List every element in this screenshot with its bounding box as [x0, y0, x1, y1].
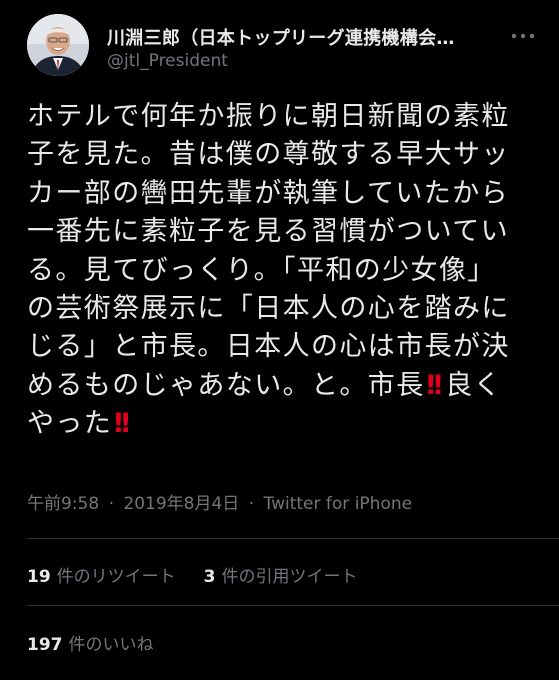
tweet-text-segment: めるものじゃあない。と。市長 [27, 369, 425, 401]
retweets-count: 19 [27, 567, 51, 587]
meta-separator: · [248, 494, 255, 514]
quotes-stat[interactable]: 3 件の引用ツイート [204, 562, 358, 587]
tweet-text-line: 子を見た。昔は僕の尊敬する早大サッ [27, 139, 510, 171]
tweet-text-line: カー部の轡田先輩が執筆していたから [27, 177, 509, 209]
tweet-text-segment: やった [27, 408, 113, 440]
tweet-text: ホテルで何年か振りに朝日新聞の素粒 子を見た。昔は僕の尊敬する早大サッ カー部の… [27, 98, 535, 444]
tweet-text-line: 一番先に素粒子を見る習慣がついてい [27, 216, 509, 248]
double-exclamation-emoji: !! [424, 369, 445, 401]
author-display-name[interactable]: 川淵三郎（日本トップリーグ連携機構会… [107, 24, 507, 50]
double-exclamation-emoji: !! [112, 408, 132, 440]
avatar-photo [27, 14, 89, 76]
tweet-text-line: やった!! [27, 405, 535, 443]
likes-count: 197 [27, 635, 63, 655]
tweet-metadata: 午前9:58 · 2019年8月4日 · Twitter for iPhone [27, 489, 412, 514]
tweet-source[interactable]: Twitter for iPhone [264, 494, 413, 514]
retweet-stats-row: 19 件のリツイート 3 件の引用ツイート [27, 562, 358, 587]
retweets-label: 件のリツイート [56, 567, 176, 587]
retweets-stat[interactable]: 19 件のリツイート [27, 562, 176, 587]
tweet-time[interactable]: 午前9:58 [27, 494, 99, 514]
tweet-text-line: る。見てびっくり。「平和の少女像」 [27, 254, 496, 286]
likes-stats-row: 197 件のいいね [27, 630, 154, 655]
divider [27, 538, 559, 539]
tweet-text-line: じる」と市長。日本人の心は市長が決 [27, 331, 510, 363]
avatar[interactable] [27, 14, 89, 76]
likes-label: 件のいいね [68, 635, 154, 655]
tweet-text-line: めるものじゃあない。と。市長!! 良く [27, 367, 535, 405]
likes-stat[interactable]: 197 件のいいね [27, 630, 154, 655]
divider [27, 605, 559, 606]
tweet-text-line: ホテルで何年か振りに朝日新聞の素粒 [27, 101, 510, 132]
more-horizontal-icon[interactable] [509, 26, 537, 46]
tweet-date[interactable]: 2019年8月4日 [123, 494, 239, 514]
meta-separator: · [108, 494, 114, 514]
tweet-header: 川淵三郎（日本トップリーグ連携機構会… @jtl_President [27, 14, 537, 84]
tweet-text-line: の芸術祭展示に「日本人の心を踏みに [27, 293, 510, 325]
quotes-count: 3 [203, 567, 216, 587]
author-handle[interactable]: @jtl_President [107, 51, 228, 71]
tweet-text-segment: 良く [445, 369, 503, 401]
quotes-label: 件の引用ツイート [221, 567, 358, 587]
